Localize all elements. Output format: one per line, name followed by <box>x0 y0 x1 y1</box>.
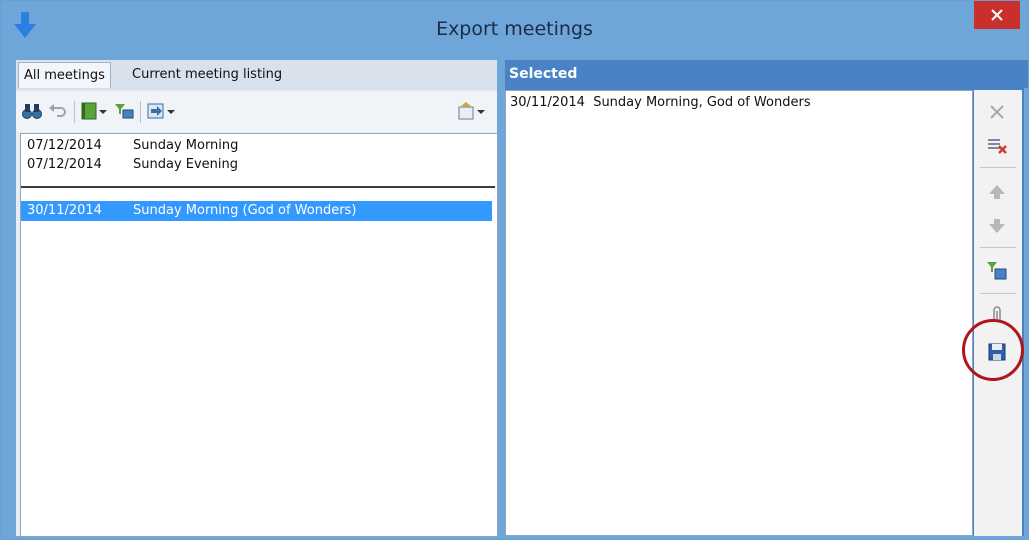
binoculars-icon[interactable] <box>21 100 43 122</box>
move-down-icon[interactable] <box>985 214 1009 238</box>
meeting-name: Sunday Evening <box>133 157 239 172</box>
meetings-toolbar <box>16 92 497 132</box>
meetings-list: 07/12/2014 Sunday Morning 07/12/2014 Sun… <box>20 133 498 537</box>
meetings-pane: All meetings Current meeting listing 07/… <box>16 60 498 537</box>
meeting-name: Sunday Morning (God of Wonders) <box>133 203 357 218</box>
tab-label: All meetings <box>24 68 105 83</box>
list-item[interactable]: 07/12/2014 Sunday Evening <box>21 155 492 175</box>
selected-side-toolbar <box>974 90 1022 536</box>
selected-header: Selected <box>505 60 1028 88</box>
title-bar: Export meetings <box>1 1 1028 58</box>
list-item-selected[interactable]: 30/11/2014 Sunday Morning (God of Wonder… <box>21 201 492 221</box>
tab-all-meetings[interactable]: All meetings <box>18 62 111 88</box>
highlight-circle <box>962 319 1024 381</box>
selected-list: 30/11/2014 Sunday Morning, God of Wonder… <box>505 90 973 536</box>
filter-icon[interactable] <box>113 100 135 122</box>
close-button[interactable] <box>974 1 1020 29</box>
undo-icon[interactable] <box>47 100 69 122</box>
tab-strip: All meetings Current meeting listing <box>16 60 497 90</box>
tab-current-meeting-listing[interactable]: Current meeting listing <box>127 62 287 88</box>
toolbar-separator <box>140 101 141 123</box>
dialog-body: All meetings Current meeting listing 07/… <box>1 58 1028 539</box>
chevron-down-icon[interactable] <box>98 100 108 122</box>
export-meetings-window: Export meetings All meetings Current mee… <box>0 0 1029 540</box>
chevron-down-icon[interactable] <box>166 100 176 122</box>
toolbar-separator <box>980 293 1016 294</box>
list-item[interactable]: 30/11/2014 Sunday Morning, God of Wonder… <box>510 95 811 110</box>
selected-pane: Selected 30/11/2014 Sunday Morning, God … <box>505 60 1028 536</box>
toolbar-separator <box>74 101 75 123</box>
move-up-icon[interactable] <box>985 180 1009 204</box>
window-title: Export meetings <box>436 18 593 40</box>
add-filtered-icon[interactable] <box>985 259 1009 283</box>
list-item[interactable]: 07/12/2014 Sunday Morning <box>21 136 492 156</box>
remove-all-icon[interactable] <box>985 134 1009 158</box>
remove-icon[interactable] <box>985 100 1009 124</box>
meeting-date: 07/12/2014 <box>27 138 102 153</box>
list-divider <box>21 186 495 188</box>
tab-label: Current meeting listing <box>132 67 283 82</box>
meeting-date: 30/11/2014 <box>27 203 102 218</box>
meeting-date: 07/12/2014 <box>27 157 102 172</box>
meeting-name: Sunday Morning <box>133 138 239 153</box>
export-icon[interactable] <box>145 100 167 122</box>
chevron-down-icon[interactable] <box>476 100 486 122</box>
toolbar-separator <box>980 247 1016 248</box>
close-icon <box>991 9 1003 21</box>
properties-icon[interactable] <box>456 100 478 122</box>
toolbar-separator <box>980 167 1016 168</box>
